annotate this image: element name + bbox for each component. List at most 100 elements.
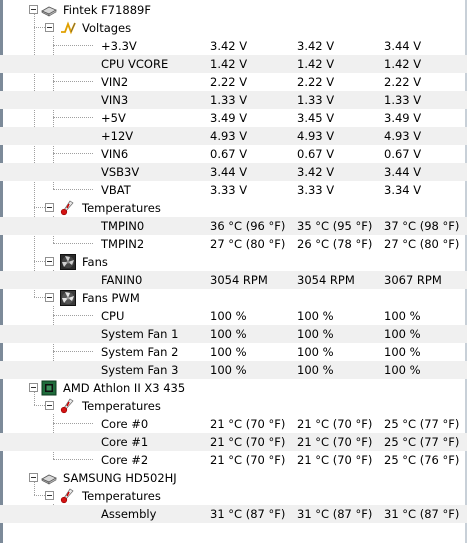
group-temperatures[interactable]: Temperatures — [0, 199, 467, 217]
sensor-row[interactable]: VSB3V 3.44 V 3.42 V 3.44 V — [0, 163, 467, 181]
value-current: 21 °C (70 °F) — [210, 435, 286, 449]
node-samsung[interactable]: SAMSUNG HD502HJ — [0, 469, 467, 487]
value-max: 27 °C (80 °F) — [384, 237, 460, 251]
group-fans-pwm[interactable]: Fans PWM — [0, 289, 467, 307]
sensor-row[interactable]: System Fan 1 100 % 100 % 100 % — [0, 325, 467, 343]
collapse-toggle[interactable] — [29, 383, 38, 392]
sensor-row[interactable]: TMPIN0 36 °C (96 °F) 35 °C (95 °F) 37 °C (9… — [0, 217, 467, 235]
value-current: 100 % — [210, 363, 247, 377]
collapse-toggle[interactable] — [45, 257, 54, 266]
value-min: 100 % — [297, 309, 334, 323]
value-max: 25 °C (77 °F) — [384, 417, 460, 431]
value-current: 3.49 V — [210, 111, 248, 125]
value-min: 21 °C (70 °F) — [297, 417, 373, 431]
value-current: 21 °C (70 °F) — [210, 417, 286, 431]
value-min: 3.33 V — [297, 183, 335, 197]
value-max: 3.44 V — [384, 39, 422, 53]
sensor-row[interactable]: +12V 4.93 V 4.93 V 4.93 V — [0, 127, 467, 145]
sensor-name: CPU VCORE — [101, 57, 169, 71]
sensor-name: FANIN0 — [101, 273, 143, 287]
collapse-toggle[interactable] — [45, 293, 54, 302]
sensor-row[interactable]: TMPIN2 27 °C (80 °F) 26 °C (78 °F) 27 °C (8… — [0, 235, 467, 253]
value-current: 2.22 V — [210, 75, 248, 89]
value-min: 3.45 V — [297, 111, 335, 125]
sensor-tree[interactable]: Fintek F71889F Voltages +3.3V 3.42 V 3.42 V 3… — [0, 0, 467, 543]
node-label: Temperatures — [82, 399, 161, 413]
value-min: 100 % — [297, 345, 334, 359]
group-temperatures[interactable]: Temperatures — [0, 487, 467, 505]
sensor-row[interactable]: System Fan 2 100 % 100 % 100 % — [0, 343, 467, 361]
sensor-row[interactable]: Core #0 21 °C (70 °F) 21 °C (70 °F) 25 °C (… — [0, 415, 467, 433]
sensor-name: +3.3V — [101, 39, 137, 53]
value-max: 25 °C (77 °F) — [384, 435, 460, 449]
value-max: 0.67 V — [384, 147, 422, 161]
value-max: 2.22 V — [384, 75, 422, 89]
voltage-icon — [60, 20, 76, 36]
sensor-name: VIN3 — [101, 93, 129, 107]
sensor-row[interactable]: +5V 3.49 V 3.45 V 3.49 V — [0, 109, 467, 127]
value-min: 0.67 V — [297, 147, 335, 161]
value-min: 2.22 V — [297, 75, 335, 89]
node-label: Fans — [82, 255, 108, 269]
sensor-name: System Fan 3 — [101, 363, 179, 377]
value-min: 3.42 V — [297, 165, 335, 179]
sensor-row[interactable]: FANIN0 3054 RPM 3054 RPM 3067 RPM — [0, 271, 467, 289]
value-min: 31 °C (87 °F) — [297, 507, 373, 521]
sensor-row[interactable]: VIN3 1.33 V 1.33 V 1.33 V — [0, 91, 467, 109]
sensor-name: Core #2 — [101, 453, 149, 467]
value-current: 3.44 V — [210, 165, 248, 179]
sensor-row[interactable]: CPU VCORE 1.42 V 1.42 V 1.42 V — [0, 55, 467, 73]
node-label: Fintek F71889F — [63, 3, 151, 17]
node-label: SAMSUNG HD502HJ — [63, 471, 177, 485]
sensor-row[interactable]: +3.3V 3.42 V 3.42 V 3.44 V — [0, 37, 467, 55]
value-min: 21 °C (70 °F) — [297, 453, 373, 467]
sensor-name: +12V — [101, 129, 134, 143]
sensor-row[interactable]: Core #2 21 °C (70 °F) 21 °C (70 °F) 25 °C (… — [0, 451, 467, 469]
sensor-row[interactable]: VBAT 3.33 V 3.33 V 3.34 V — [0, 181, 467, 199]
sensor-row[interactable]: Core #1 21 °C (70 °F) 21 °C (70 °F) 25 °C (… — [0, 433, 467, 451]
group-fans[interactable]: Fans — [0, 253, 467, 271]
value-current: 31 °C (87 °F) — [210, 507, 286, 521]
collapse-toggle[interactable] — [45, 23, 54, 32]
sensor-name: System Fan 1 — [101, 327, 179, 341]
sensor-name: CPU — [101, 309, 125, 323]
node-fintek[interactable]: Fintek F71889F — [0, 1, 467, 19]
sensor-name: VBAT — [101, 183, 131, 197]
collapse-toggle[interactable] — [45, 203, 54, 212]
collapse-toggle[interactable] — [45, 401, 54, 410]
value-current: 100 % — [210, 309, 247, 323]
group-voltages[interactable]: Voltages — [0, 19, 467, 37]
value-current: 36 °C (96 °F) — [210, 219, 286, 233]
value-current: 3.42 V — [210, 39, 248, 53]
node-amd[interactable]: AMD Athlon II X3 435 — [0, 379, 467, 397]
value-max: 100 % — [384, 345, 421, 359]
group-temperatures[interactable]: Temperatures — [0, 397, 467, 415]
sensor-row[interactable]: System Fan 3 100 % 100 % 100 % — [0, 361, 467, 379]
hard-drive-icon — [41, 2, 57, 18]
sensor-row[interactable]: VIN2 2.22 V 2.22 V 2.22 V — [0, 73, 467, 91]
value-min: 35 °C (95 °F) — [297, 219, 373, 233]
sensor-name: Core #0 — [101, 417, 149, 431]
node-label: Temperatures — [82, 489, 161, 503]
sensor-name: VIN2 — [101, 75, 129, 89]
sensor-row[interactable]: Assembly 31 °C (87 °F) 31 °C (87 °F) 31 °C … — [0, 505, 467, 523]
node-label: Voltages — [82, 21, 132, 35]
sensor-name: System Fan 2 — [101, 345, 179, 359]
value-current: 3.33 V — [210, 183, 248, 197]
sensor-name: TMPIN2 — [101, 237, 145, 251]
value-max: 25 °C (76 °F) — [384, 453, 460, 467]
sensor-row[interactable]: CPU 100 % 100 % 100 % — [0, 307, 467, 325]
value-min: 100 % — [297, 327, 334, 341]
node-label: Temperatures — [82, 201, 161, 215]
value-max: 3.49 V — [384, 111, 422, 125]
collapse-toggle[interactable] — [29, 473, 38, 482]
value-current: 3054 RPM — [210, 273, 268, 287]
sensor-row[interactable]: VIN6 0.67 V 0.67 V 0.67 V — [0, 145, 467, 163]
sensor-name: VIN6 — [101, 147, 129, 161]
value-min: 26 °C (78 °F) — [297, 237, 373, 251]
collapse-toggle[interactable] — [29, 5, 38, 14]
value-max: 3067 RPM — [384, 273, 442, 287]
sensor-name: VSB3V — [101, 165, 140, 179]
value-min: 3054 RPM — [297, 273, 355, 287]
collapse-toggle[interactable] — [45, 491, 54, 500]
